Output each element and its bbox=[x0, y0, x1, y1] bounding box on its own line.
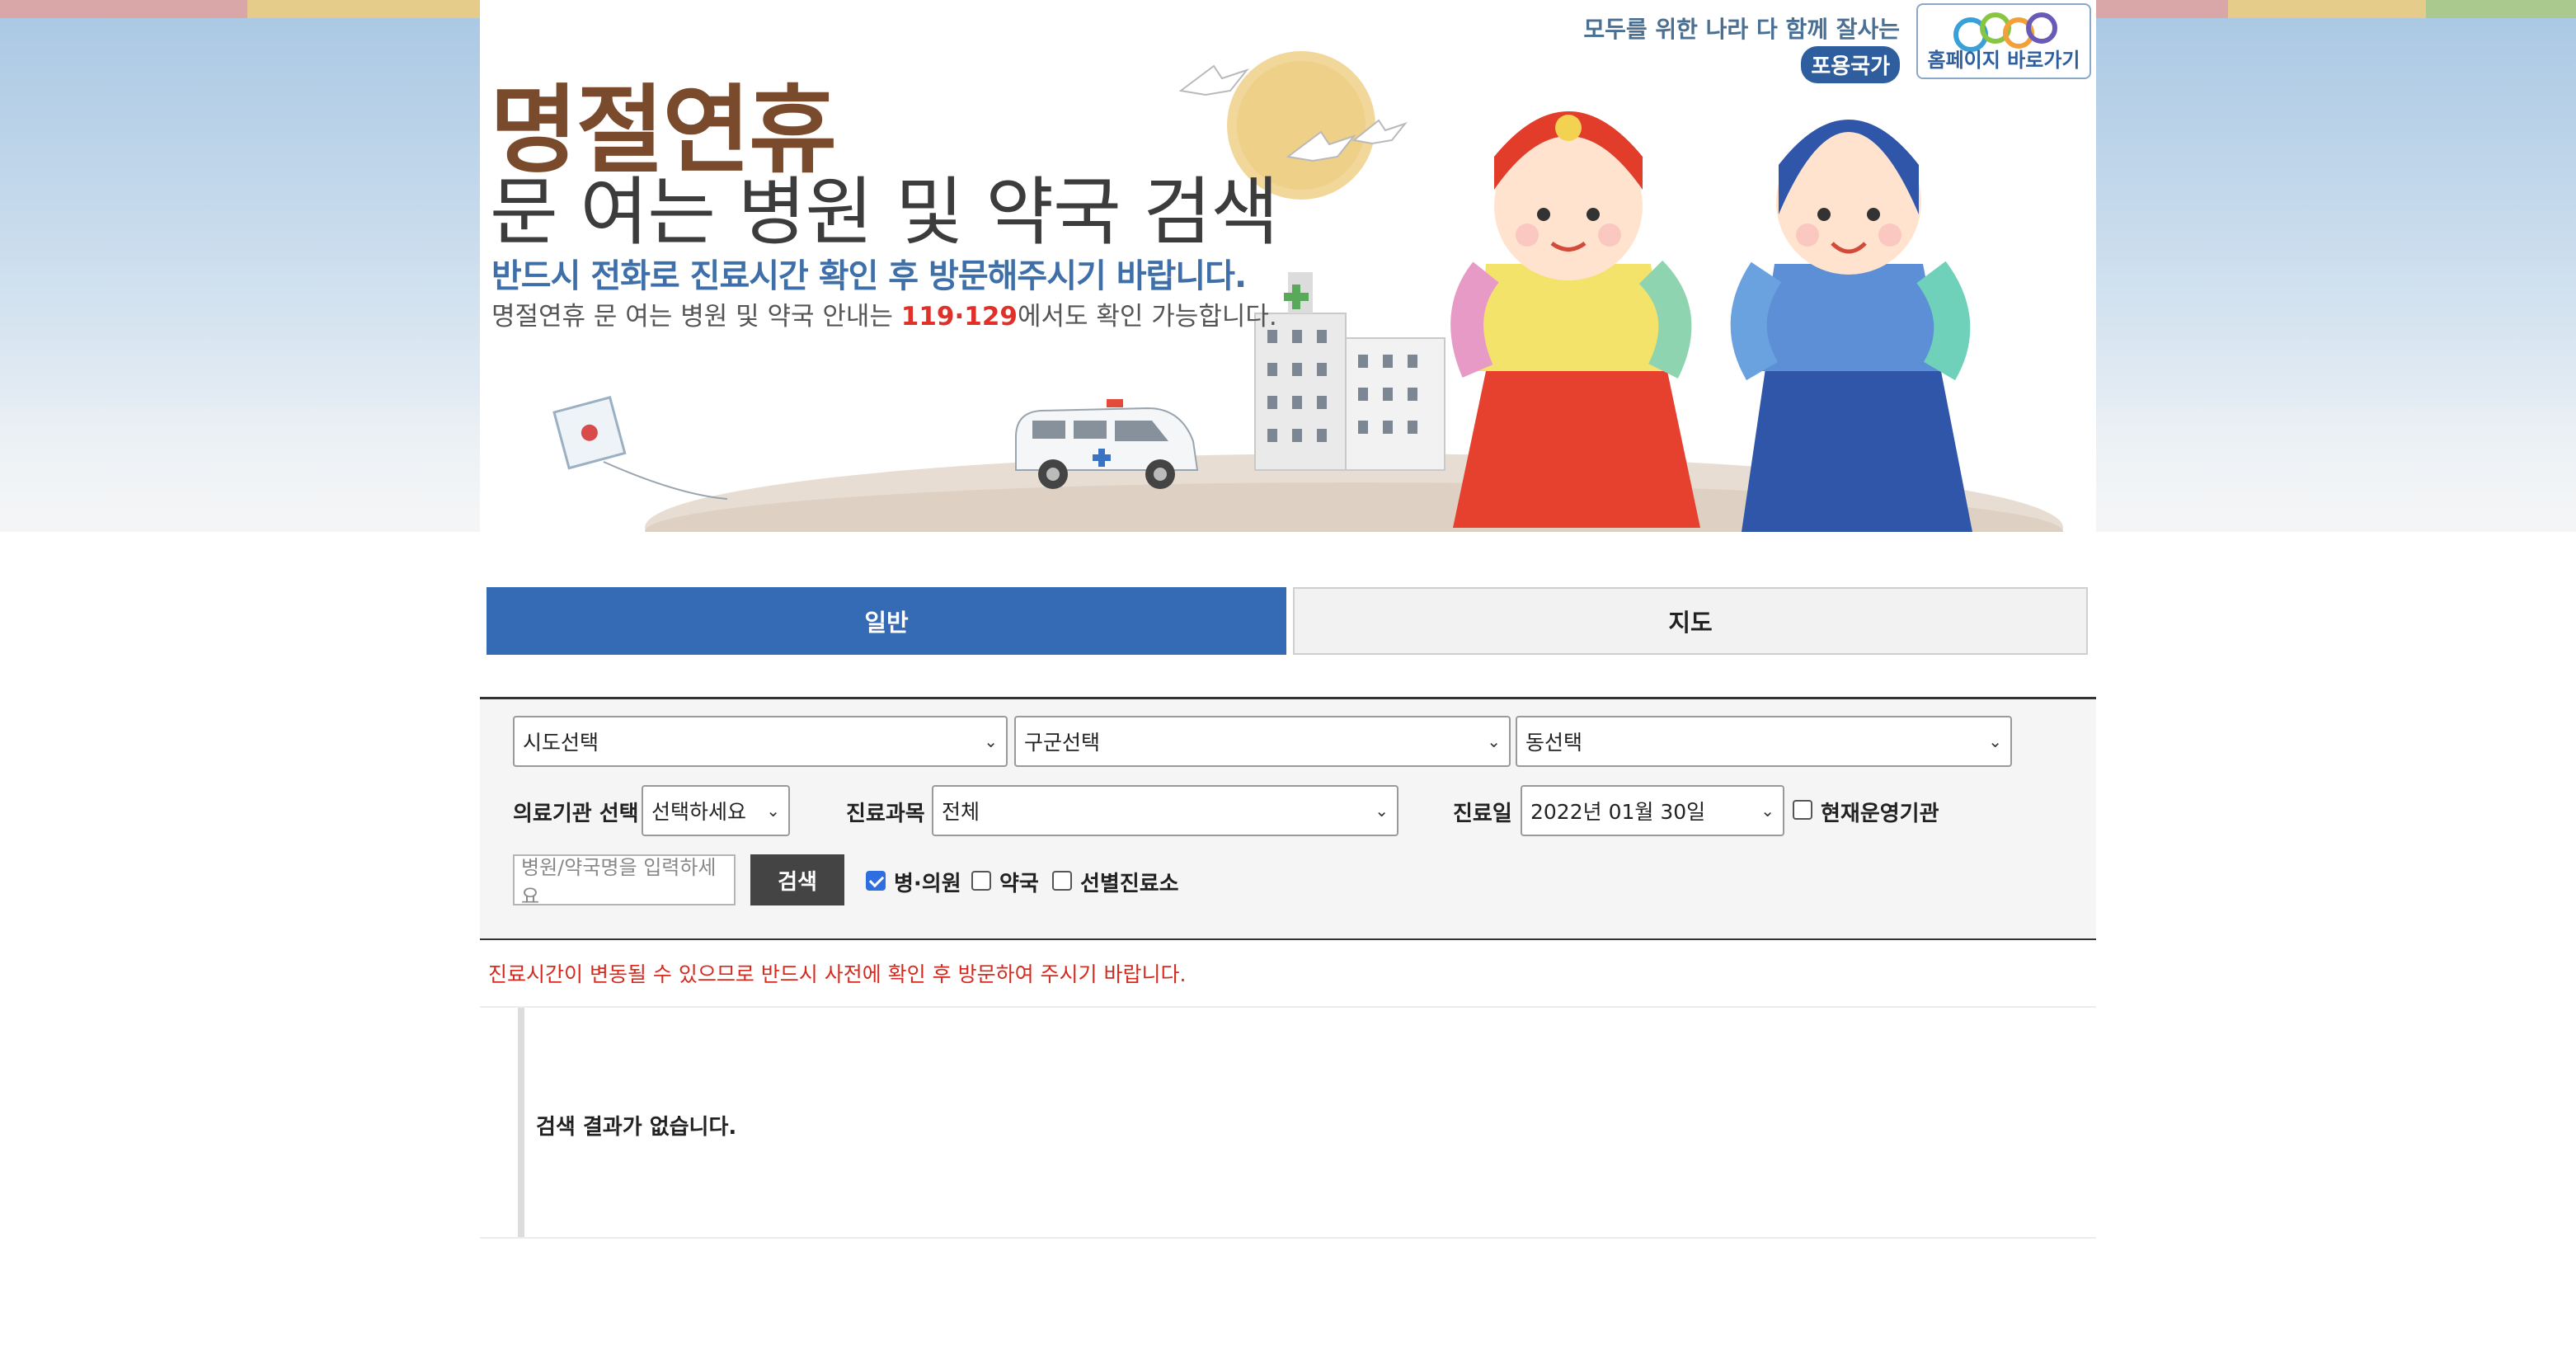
department-label: 진료과목 bbox=[846, 802, 925, 826]
color-strip bbox=[247, 0, 480, 18]
visit-notice: 진료시간이 변동될 수 있으므로 반드시 사전에 확인 후 방문하여 주시기 바… bbox=[488, 962, 1187, 986]
department-select-value: 전체 bbox=[942, 800, 980, 824]
gugun-select-value: 구군선택 bbox=[1024, 731, 1101, 755]
search-panel: 시도선택 ⌄ 구군선택 ⌄ 동선택 ⌄ 의료기관 선택 선택하세요 ⌄ 진료과목 전체 ⌄… bbox=[480, 697, 2096, 940]
chevron-down-icon: ⌄ bbox=[1988, 731, 2002, 751]
tab-map[interactable]: 지도 bbox=[1293, 587, 2088, 655]
note-prefix: 명절연휴 문 여는 병원 및 약국 안내는 bbox=[491, 302, 901, 332]
date-label: 진료일 bbox=[1453, 802, 1512, 826]
sido-select-value: 시도선택 bbox=[523, 731, 599, 755]
chevron-down-icon: ⌄ bbox=[1487, 731, 1501, 751]
type-hospital-label: 병·의원 bbox=[894, 872, 961, 896]
search-mode-tabs: 일반 지도 bbox=[487, 587, 2088, 655]
color-strip bbox=[2426, 0, 2576, 18]
institution-select[interactable]: 선택하세요 ⌄ bbox=[642, 785, 790, 836]
type-screening-checkbox[interactable] bbox=[1052, 871, 1072, 891]
search-results: 검색 결과가 없습니다. bbox=[480, 1006, 2096, 1239]
institution-select-value: 선택하세요 bbox=[651, 800, 747, 824]
type-pharmacy-checkbox[interactable] bbox=[971, 871, 991, 891]
color-strip bbox=[2096, 0, 2228, 18]
gugun-select[interactable]: 구군선택 ⌄ bbox=[1014, 716, 1511, 767]
homepage-link-label: 홈페이지 바로가기 bbox=[1927, 49, 2080, 72]
name-search-input[interactable]: 병원/약국명을 입력하세요 bbox=[513, 854, 736, 908]
chevron-down-icon: ⌄ bbox=[1760, 801, 1775, 821]
empty-result-message: 검색 결과가 없습니다. bbox=[536, 1115, 737, 1140]
result-divider bbox=[518, 1008, 524, 1237]
type-screening-label: 선별진료소 bbox=[1080, 872, 1179, 896]
holiday-banner: 명절연휴 문 여는 병원 및 약국 검색 반드시 전화로 진료시간 확인 후 방… bbox=[480, 0, 2096, 532]
type-pharmacy-label: 약국 bbox=[999, 872, 1039, 896]
homepage-link[interactable]: 홈페이지 바로가기 bbox=[1916, 3, 2091, 79]
government-motto: 모두를 위한 나라 다 함께 잘사는 bbox=[1583, 16, 1900, 43]
date-select-value: 2022년 01월 30일 bbox=[1530, 800, 1706, 824]
institution-label: 의료기관 선택 bbox=[513, 802, 639, 826]
chevron-down-icon: ⌄ bbox=[1375, 801, 1389, 821]
sido-select[interactable]: 시도선택 ⌄ bbox=[513, 716, 1008, 767]
chevron-down-icon: ⌄ bbox=[766, 801, 780, 821]
tab-general[interactable]: 일반 bbox=[487, 587, 1286, 655]
banner-note-primary: 반드시 전화로 진료시간 확인 후 방문해주시기 바랍니다. bbox=[491, 257, 1247, 295]
banner-subtitle: 문 여는 병원 및 약국 검색 bbox=[490, 169, 1279, 256]
dong-select-value: 동선택 bbox=[1525, 731, 1583, 755]
dong-select[interactable]: 동선택 ⌄ bbox=[1516, 716, 2012, 767]
type-hospital-checkbox[interactable] bbox=[866, 871, 886, 891]
search-button[interactable]: 검색 bbox=[750, 854, 844, 905]
date-select[interactable]: 2022년 01월 30일 ⌄ bbox=[1521, 785, 1784, 836]
color-strip bbox=[0, 0, 247, 18]
chevron-down-icon: ⌄ bbox=[984, 731, 998, 751]
motto-badge: 포용국가 bbox=[1801, 46, 1900, 83]
open-now-label: 현재운영기관 bbox=[1821, 802, 1939, 826]
banner-note-secondary: 명절연휴 문 여는 병원 및 약국 안내는 119·129에서도 확인 가능합니… bbox=[491, 295, 1277, 332]
color-strip bbox=[2228, 0, 2426, 18]
note-suffix: 에서도 확인 가능합니다. bbox=[1017, 302, 1277, 332]
emergency-numbers: 119·129 bbox=[900, 302, 1018, 332]
department-select[interactable]: 전체 ⌄ bbox=[932, 785, 1398, 836]
open-now-checkbox[interactable] bbox=[1793, 800, 1812, 820]
